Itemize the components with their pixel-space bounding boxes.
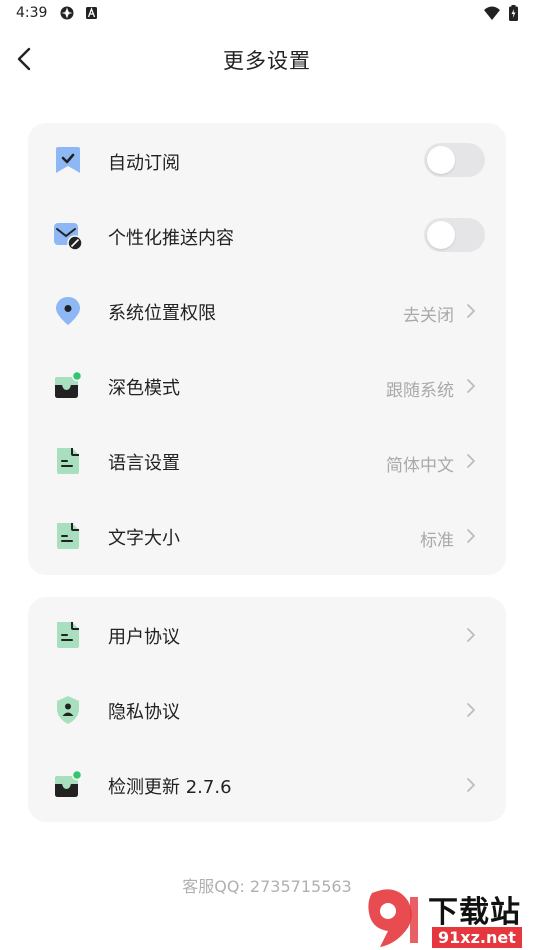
setting-label: 系统位置权限	[108, 303, 216, 324]
settings-card-general: 自动订阅 个性化推送内容 系统位置权限 去关闭 深色模式 跟随系统 语言设置 简…	[28, 123, 506, 575]
battery-icon	[509, 5, 518, 21]
setting-value: 简体中文	[386, 456, 454, 476]
setting-label: 隐私协议	[108, 702, 180, 723]
chevron-right-icon	[467, 304, 475, 318]
watermark-title: 下载站	[428, 895, 521, 930]
setting-user-agreement[interactable]: 用户协议	[28, 597, 506, 672]
document-icon	[57, 448, 79, 474]
setting-language[interactable]: 语言设置 简体中文	[28, 423, 506, 498]
personalized-push-toggle[interactable]	[424, 218, 485, 252]
toggle-knob	[427, 221, 455, 249]
chevron-right-icon	[467, 379, 475, 393]
setting-label: 检测更新 2.7.6	[108, 777, 232, 798]
chevron-right-icon	[467, 454, 475, 468]
chevron-right-icon	[467, 703, 475, 717]
wifi-icon	[484, 6, 500, 20]
setting-value: 跟随系统	[386, 381, 454, 401]
setting-location-permission[interactable]: 系统位置权限 去关闭	[28, 273, 506, 348]
watermark-url: 91xz.net	[432, 927, 522, 948]
setting-label: 深色模式	[108, 378, 180, 399]
setting-label: 文字大小	[108, 528, 180, 549]
bookmark-check-icon	[56, 147, 80, 173]
header: 更多设置	[0, 36, 534, 80]
setting-label: 语言设置	[108, 453, 180, 474]
app-notification-icon	[60, 6, 74, 20]
setting-font-size[interactable]: 文字大小 标准	[28, 498, 506, 573]
toggle-knob	[427, 146, 455, 174]
setting-privacy-agreement[interactable]: 隐私协议	[28, 672, 506, 747]
inbox-dot-icon	[55, 770, 82, 797]
document-icon	[57, 523, 79, 549]
auto-subscribe-toggle[interactable]	[424, 143, 485, 177]
setting-value: 标准	[420, 531, 454, 551]
a-notification-icon	[86, 7, 97, 19]
setting-label: 个性化推送内容	[108, 228, 234, 249]
location-pin-icon	[56, 297, 80, 325]
shield-user-icon	[57, 696, 79, 724]
chevron-right-icon	[467, 529, 475, 543]
setting-personalized-push: 个性化推送内容	[28, 198, 506, 273]
settings-card-about: 用户协议 隐私协议 检测更新 2.7.6	[28, 597, 506, 822]
chevron-right-icon	[467, 628, 475, 642]
watermark-logo-icon	[368, 889, 418, 947]
document-icon	[57, 622, 79, 648]
status-bar: 4:39	[0, 0, 534, 28]
setting-dark-mode[interactable]: 深色模式 跟随系统	[28, 348, 506, 423]
setting-label: 自动订阅	[108, 153, 180, 174]
mail-block-icon	[54, 223, 82, 251]
inbox-dot-icon	[55, 371, 82, 398]
setting-label: 用户协议	[108, 627, 180, 648]
chevron-right-icon	[467, 778, 475, 792]
setting-value: 去关闭	[403, 306, 454, 326]
page-title: 更多设置	[223, 49, 311, 73]
setting-auto-subscribe: 自动订阅	[28, 123, 506, 198]
status-time: 4:39	[16, 5, 48, 21]
site-watermark: 下载站 91xz.net	[362, 885, 534, 950]
setting-check-update[interactable]: 检测更新 2.7.6	[28, 747, 506, 822]
